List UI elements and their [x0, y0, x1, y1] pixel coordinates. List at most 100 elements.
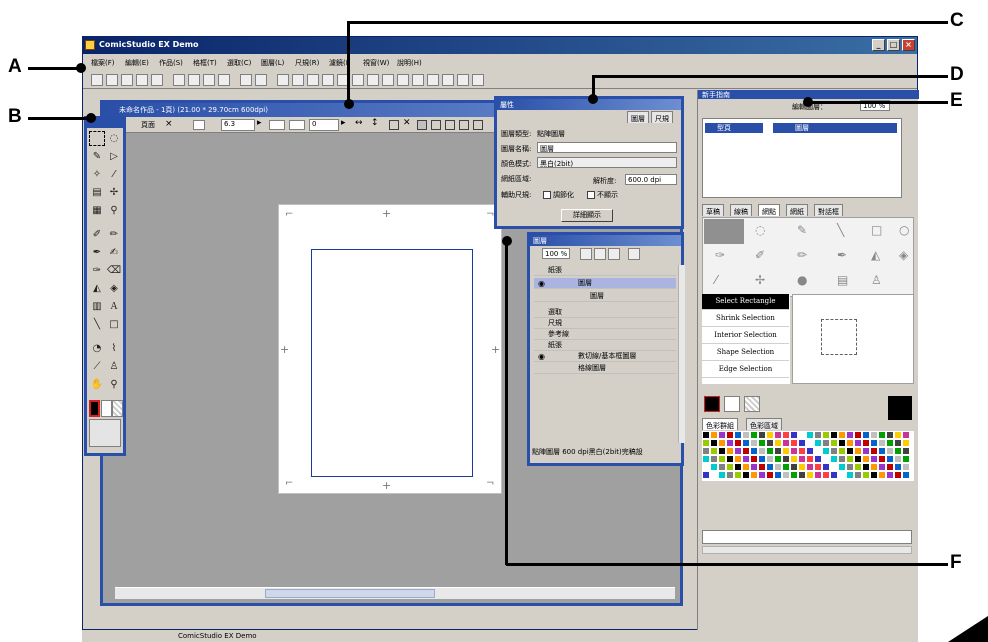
color-swatch[interactable]: [751, 464, 757, 470]
color-swatch[interactable]: [783, 464, 789, 470]
color-swatch[interactable]: [783, 440, 789, 446]
color-swatch[interactable]: [791, 448, 797, 454]
view-icon-8[interactable]: [382, 74, 394, 86]
color-swatch[interactable]: [767, 472, 773, 478]
ruler-icon[interactable]: [417, 120, 427, 130]
color-sub-swatch[interactable]: [724, 396, 740, 412]
flip-icon[interactable]: ↔: [355, 118, 363, 128]
color-swatch[interactable]: [783, 432, 789, 438]
color-swatch[interactable]: [831, 464, 837, 470]
color-swatch[interactable]: [759, 440, 765, 446]
color-swatch[interactable]: [799, 448, 805, 454]
layer-visibility-eye-icon[interactable]: ◉: [538, 279, 545, 288]
pencil-tool-icon[interactable]: ✐: [89, 227, 105, 242]
color-swatch[interactable]: [727, 456, 733, 462]
color-swatch[interactable]: [711, 432, 717, 438]
color-swatch[interactable]: [743, 432, 749, 438]
tab-color-area[interactable]: 色彩區域: [746, 418, 782, 430]
zoom-tool-icon[interactable]: ⚲: [106, 377, 122, 392]
color-swatch[interactable]: [863, 456, 869, 462]
view-icon-2[interactable]: [292, 74, 304, 86]
adjust-checkbox[interactable]: [543, 191, 551, 199]
color-swatch[interactable]: [815, 432, 821, 438]
color-swatch[interactable]: [719, 432, 725, 438]
color-swatch[interactable]: [855, 464, 861, 470]
color-swatch[interactable]: [767, 432, 773, 438]
delete-layer-icon[interactable]: [628, 248, 640, 260]
color-swatch[interactable]: [895, 448, 901, 454]
color-swatch[interactable]: [799, 432, 805, 438]
color-swatch[interactable]: [719, 440, 725, 446]
color-swatch[interactable]: [839, 456, 845, 462]
color-swatch[interactable]: [823, 448, 829, 454]
color-swatch[interactable]: [767, 464, 773, 470]
main-color-swatch[interactable]: [89, 400, 100, 417]
color-swatch[interactable]: [839, 464, 845, 470]
eraser-tool-icon[interactable]: ⌫: [106, 263, 122, 278]
layer-name-field[interactable]: 圖層: [537, 142, 677, 153]
preset-blur-icon[interactable]: ◈: [899, 248, 908, 262]
frame-tool-icon[interactable]: ▦: [89, 203, 105, 218]
layer-scrollbar[interactable]: [678, 265, 685, 443]
preset-move-icon[interactable]: ✢: [755, 273, 765, 287]
shape-selection-item[interactable]: Shape Selection: [702, 345, 789, 361]
layer-row-selection[interactable]: 選取: [534, 307, 676, 318]
color-swatch[interactable]: [711, 440, 717, 446]
color-swatch[interactable]: [775, 456, 781, 462]
color-swatch[interactable]: [823, 440, 829, 446]
color-swatch[interactable]: [807, 432, 813, 438]
color-swatch[interactable]: [871, 440, 877, 446]
menu-edit[interactable]: 編輯(E): [125, 58, 149, 68]
effect-line-tool-icon[interactable]: ⌇: [106, 341, 122, 356]
color-main-swatch[interactable]: [704, 396, 720, 412]
tab-ruler[interactable]: 尺規: [651, 111, 673, 123]
layer-row-crop[interactable]: 數切線/基本框圖層: [534, 351, 676, 362]
color-swatch[interactable]: [703, 432, 709, 438]
minimize-button[interactable]: _: [872, 39, 885, 51]
marquee-tool-icon[interactable]: [89, 131, 105, 146]
color-swatch[interactable]: [711, 472, 717, 478]
preset-pen-icon[interactable]: ✎: [797, 223, 807, 237]
color-swatch[interactable]: [735, 472, 741, 478]
color-swatch[interactable]: [887, 448, 893, 454]
preset-dropper-icon[interactable]: ⁄: [715, 273, 717, 287]
color-swatch[interactable]: [783, 472, 789, 478]
color-swatch[interactable]: [791, 456, 797, 462]
color-swatch[interactable]: [871, 456, 877, 462]
color-swatch[interactable]: [871, 464, 877, 470]
color-swatch[interactable]: [735, 456, 741, 462]
color-swatch[interactable]: [727, 472, 733, 478]
color-swatch[interactable]: [759, 432, 765, 438]
color-swatch[interactable]: [743, 440, 749, 446]
pen-select-tool-icon[interactable]: ✎: [89, 149, 105, 164]
color-swatch[interactable]: [775, 448, 781, 454]
shrink-selection-item[interactable]: Shrink Selection: [702, 311, 789, 327]
color-swatch[interactable]: [903, 432, 909, 438]
layer-row-2[interactable]: 圖層: [534, 291, 676, 302]
color-swatch[interactable]: [799, 440, 805, 446]
color-swatch[interactable]: [823, 432, 829, 438]
layer-row-guide[interactable]: 參考線: [534, 329, 676, 340]
transparent-color-swatch[interactable]: [112, 400, 123, 417]
hide-checkbox[interactable]: [587, 191, 595, 199]
color-swatch[interactable]: [879, 464, 885, 470]
layer-settings-icon[interactable]: [608, 248, 620, 260]
lasso-tool-icon[interactable]: ◌: [106, 131, 122, 146]
color-swatch[interactable]: [711, 456, 717, 462]
color-swatch[interactable]: [719, 448, 725, 454]
color-swatch[interactable]: [735, 448, 741, 454]
color-slot-row[interactable]: [702, 530, 912, 544]
color-swatch[interactable]: [839, 432, 845, 438]
color-swatch[interactable]: [903, 456, 909, 462]
color-swatch[interactable]: [767, 440, 773, 446]
color-swatch[interactable]: [847, 440, 853, 446]
tab-tone[interactable]: 網點: [758, 204, 780, 216]
copy-icon[interactable]: [188, 74, 200, 86]
color-swatch[interactable]: [775, 432, 781, 438]
color-swatch[interactable]: [855, 456, 861, 462]
color-mode-field[interactable]: 黑白(2bit): [537, 157, 677, 168]
crop-visibility-eye-icon[interactable]: ◉: [538, 352, 545, 361]
tone-icon[interactable]: [473, 120, 483, 130]
rotation-arrow-icon[interactable]: ▸: [341, 118, 346, 128]
color-swatch[interactable]: [895, 432, 901, 438]
